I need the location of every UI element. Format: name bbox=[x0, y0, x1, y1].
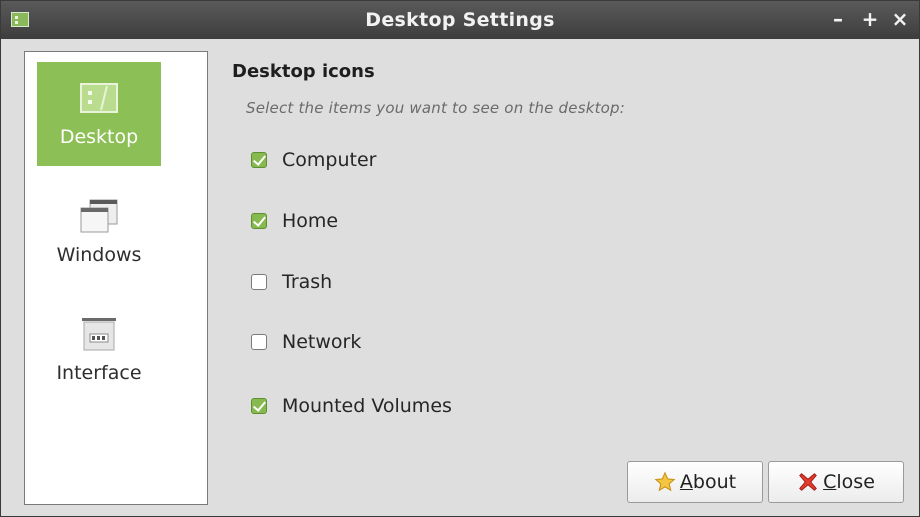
about-label: bout bbox=[692, 471, 737, 493]
desktop-icon bbox=[80, 83, 118, 113]
sidebar-item-interface[interactable]: Interface bbox=[37, 298, 161, 402]
option-label: Network bbox=[282, 331, 362, 353]
checkbox-home[interactable] bbox=[251, 213, 267, 229]
option-trash[interactable]: Trash bbox=[251, 269, 332, 295]
section-hint: Select the items you want to see on the … bbox=[246, 99, 626, 117]
maximize-button[interactable]: + bbox=[859, 7, 881, 31]
sidebar: Desktop Windows Interface bbox=[24, 51, 208, 505]
window-title: Desktop Settings bbox=[365, 9, 555, 31]
close-mnemonic: C bbox=[823, 471, 837, 493]
minimize-button[interactable]: – bbox=[827, 7, 849, 31]
checkbox-network[interactable] bbox=[251, 334, 267, 350]
about-button[interactable]: About bbox=[627, 461, 763, 503]
star-icon bbox=[654, 471, 676, 493]
title-bar[interactable]: Desktop Settings – + × bbox=[1, 1, 919, 39]
sidebar-item-label: Interface bbox=[56, 362, 142, 384]
interface-icon bbox=[82, 318, 116, 351]
about-mnemonic: A bbox=[679, 471, 693, 493]
sidebar-item-label: Windows bbox=[56, 244, 142, 266]
option-mounted-volumes[interactable]: Mounted Volumes bbox=[251, 393, 452, 419]
desktop-settings-window: Desktop Settings – + × Desktop Windows I… bbox=[0, 0, 920, 517]
option-computer[interactable]: Computer bbox=[251, 147, 376, 173]
checkbox-computer[interactable] bbox=[251, 152, 267, 168]
option-home[interactable]: Home bbox=[251, 208, 338, 234]
option-network[interactable]: Network bbox=[251, 329, 361, 355]
option-label: Trash bbox=[282, 271, 333, 293]
close-label: lose bbox=[836, 471, 875, 493]
option-label: Mounted Volumes bbox=[282, 395, 452, 417]
sidebar-item-label: Desktop bbox=[59, 126, 139, 148]
sidebar-item-windows[interactable]: Windows bbox=[37, 180, 161, 284]
checkbox-mounted-volumes[interactable] bbox=[251, 398, 267, 414]
section-heading: Desktop icons bbox=[232, 61, 375, 82]
sidebar-item-desktop[interactable]: Desktop bbox=[37, 62, 161, 166]
option-label: Computer bbox=[282, 149, 377, 171]
checkbox-trash[interactable] bbox=[251, 274, 267, 290]
close-window-button[interactable]: × bbox=[889, 7, 911, 31]
red-x-icon bbox=[797, 471, 819, 493]
close-button[interactable]: Close bbox=[768, 461, 904, 503]
windows-icon bbox=[80, 199, 118, 233]
option-label: Home bbox=[282, 210, 339, 232]
